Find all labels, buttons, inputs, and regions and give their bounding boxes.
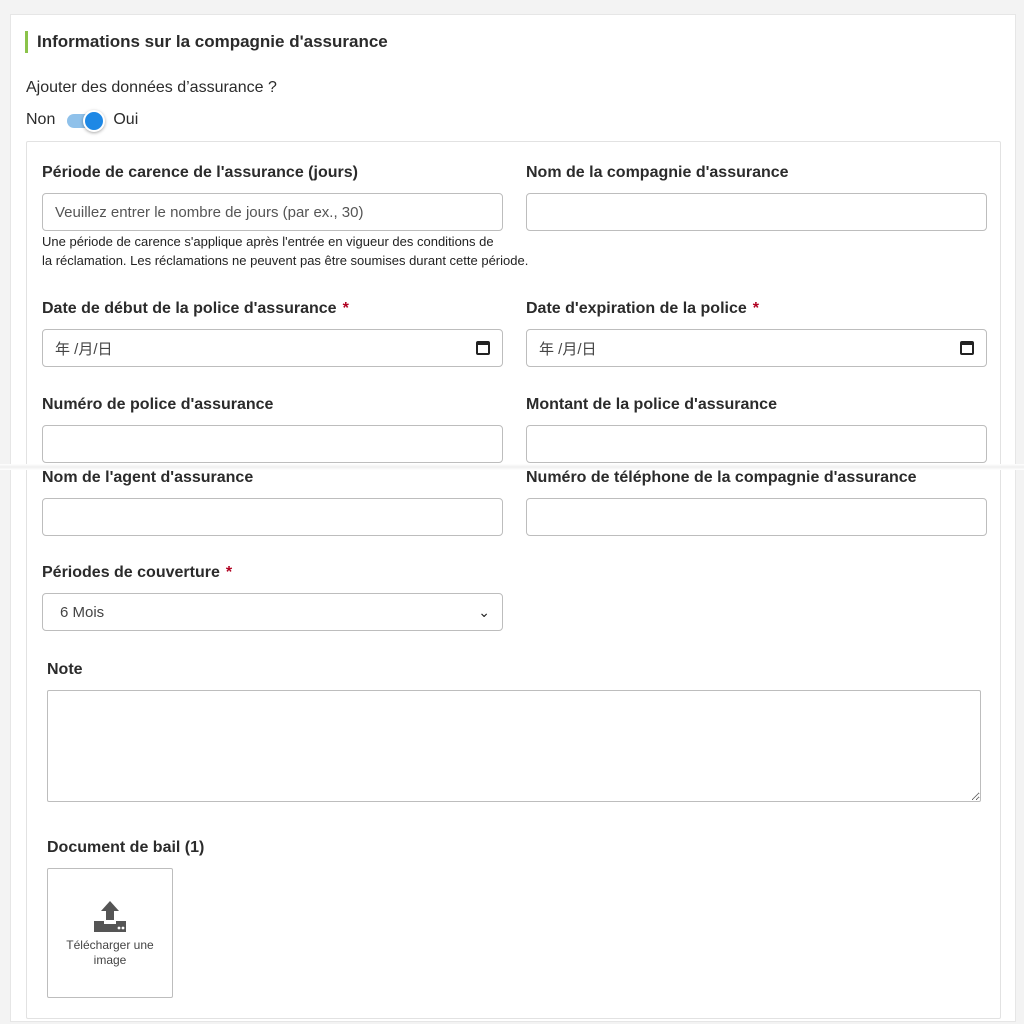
insurance-toggle-row: Non Oui xyxy=(26,109,139,132)
toggle-off-label: Non xyxy=(26,111,56,128)
start-date-label-text: Date de début de la police d'assurance xyxy=(42,300,337,317)
upload-image-text: Télécharger une image xyxy=(66,938,154,967)
insurance-toggle[interactable] xyxy=(67,110,106,132)
expiry-date-value: 年 /月/日 xyxy=(539,340,597,358)
calendar-icon[interactable] xyxy=(476,341,490,355)
expiry-date-label: Date d'expiration de la police * xyxy=(526,300,759,318)
calendar-icon[interactable] xyxy=(960,341,974,355)
section-title: Informations sur la compagnie d'assuranc… xyxy=(25,31,388,53)
agent-name-input[interactable] xyxy=(42,498,503,536)
start-date-input[interactable]: 年 /月/日 xyxy=(42,329,503,367)
company-phone-label: Numéro de téléphone de la compagnie d'as… xyxy=(526,469,917,486)
chevron-down-icon: ⌄ xyxy=(478,603,490,620)
required-marker: * xyxy=(225,564,233,581)
company-name-label: Nom de la compagnie d'assurance xyxy=(526,164,789,181)
company-name-input[interactable] xyxy=(526,193,987,231)
insurance-card: Informations sur la compagnie d'assuranc… xyxy=(10,14,1016,1022)
policy-amount-label: Montant de la police d'assurance xyxy=(526,396,777,413)
grace-period-input[interactable] xyxy=(42,193,503,231)
insurance-form: Période de carence de l'assurance (jours… xyxy=(26,141,1001,1019)
coverage-label-text: Périodes de couverture xyxy=(42,564,220,581)
required-marker: * xyxy=(342,300,349,317)
coverage-selected-value: 6 Mois xyxy=(60,603,105,621)
policy-number-input[interactable] xyxy=(42,425,503,463)
company-phone-input[interactable] xyxy=(526,498,987,536)
screenshot-seam xyxy=(0,464,1024,470)
coverage-label: Périodes de couverture * xyxy=(42,564,232,582)
start-date-label: Date de début de la police d'assurance * xyxy=(42,300,349,318)
upload-image-button[interactable]: Télécharger une image xyxy=(47,868,173,998)
coverage-select[interactable]: 6 Mois ⌄ xyxy=(42,593,503,631)
lease-doc-label: Document de bail (1) xyxy=(47,839,205,856)
grace-period-label: Période de carence de l'assurance (jours… xyxy=(42,164,358,181)
expiry-date-input[interactable]: 年 /月/日 xyxy=(526,329,987,367)
agent-name-label: Nom de l'agent d'assurance xyxy=(42,469,254,486)
grace-period-help-line1: Une période de carence s'applique après … xyxy=(42,234,494,249)
add-insurance-question: Ajouter des données d’assurance ? xyxy=(26,79,277,96)
start-date-value: 年 /月/日 xyxy=(55,340,113,358)
policy-amount-input[interactable] xyxy=(526,425,987,463)
note-label: Note xyxy=(47,661,83,678)
expiry-date-label-text: Date d'expiration de la police xyxy=(526,300,747,317)
policy-number-label: Numéro de police d'assurance xyxy=(42,396,274,413)
grace-period-help-line2: la réclamation. Les réclamations ne peuv… xyxy=(42,253,529,268)
required-marker: * xyxy=(752,300,759,317)
toggle-on-label: Oui xyxy=(113,111,139,128)
upload-icon xyxy=(94,901,126,932)
toggle-knob xyxy=(83,110,106,132)
note-textarea[interactable] xyxy=(47,690,981,802)
